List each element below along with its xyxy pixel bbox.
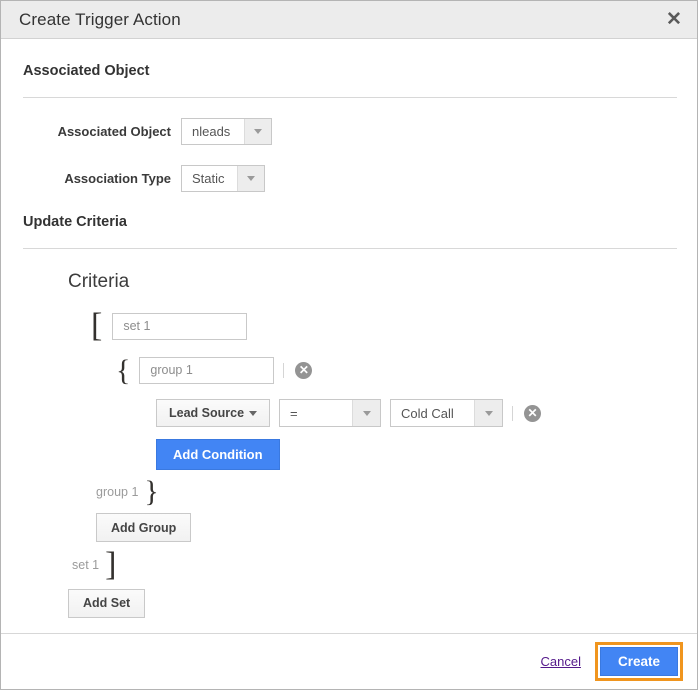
condition-operator-select[interactable]: = xyxy=(279,399,382,427)
select-associated-object[interactable]: nleads xyxy=(181,118,272,145)
add-group-row: Add Group xyxy=(68,513,677,542)
criteria-builder: Criteria [ { ✕ Lead Source xyxy=(23,249,677,618)
condition-value-select[interactable]: Cold Call xyxy=(390,399,504,427)
set-open-bracket: [ xyxy=(91,306,103,344)
cancel-link[interactable]: Cancel xyxy=(541,654,581,669)
condition-row: Lead Source = Cold Call ✕ xyxy=(68,399,677,427)
add-condition-row: Add Condition xyxy=(68,439,677,470)
create-button[interactable]: Create xyxy=(599,647,678,676)
chevron-down-icon[interactable] xyxy=(237,166,264,191)
create-button-focus-ring: Create xyxy=(594,642,683,681)
add-group-button[interactable]: Add Group xyxy=(96,513,192,542)
set-close-row: set 1 ] xyxy=(68,546,677,583)
group-name-input[interactable] xyxy=(139,356,275,384)
dialog-body: Associated Object Associated Object nlea… xyxy=(1,39,697,633)
group-close-brace: } xyxy=(144,475,159,508)
condition-operator-value: = xyxy=(290,405,298,421)
set-close-label: set 1 xyxy=(72,558,100,573)
close-icon[interactable]: ✕ xyxy=(661,7,687,33)
section-divider-associated-object xyxy=(23,97,677,98)
condition-field-label: Lead Source xyxy=(169,406,245,420)
chevron-down-icon[interactable] xyxy=(474,400,503,426)
select-association-type-value: Static xyxy=(192,171,225,186)
condition-field-button[interactable]: Lead Source xyxy=(156,399,271,427)
field-row-associated-object: Associated Object nleads xyxy=(23,118,677,145)
condition-value-value: Cold Call xyxy=(401,405,454,421)
select-association-type[interactable]: Static xyxy=(181,165,265,192)
group-open-brace: { xyxy=(116,353,131,387)
add-set-row: Add Set xyxy=(68,588,677,618)
dialog-titlebar: Create Trigger Action ✕ xyxy=(1,1,697,39)
create-trigger-action-dialog: Create Trigger Action ✕ Associated Objec… xyxy=(0,0,698,690)
add-condition-button[interactable]: Add Condition xyxy=(156,439,280,470)
group-close-row: group 1 } xyxy=(68,475,677,508)
chevron-down-icon xyxy=(249,410,258,416)
delete-condition-icon[interactable]: ✕ xyxy=(524,404,542,422)
select-associated-object-value: nleads xyxy=(192,124,231,139)
group-open-row: { ✕ xyxy=(68,355,677,385)
label-associated-object: Associated Object xyxy=(57,124,171,139)
criteria-title: Criteria xyxy=(68,271,130,292)
delete-group-icon[interactable]: ✕ xyxy=(295,361,313,379)
section-heading-associated-object: Associated Object xyxy=(23,63,150,79)
section-heading-update-criteria: Update Criteria xyxy=(23,214,127,230)
group-separator xyxy=(283,362,285,378)
chevron-down-icon[interactable] xyxy=(244,119,271,144)
dialog-footer: Cancel Create xyxy=(1,633,697,689)
field-row-association-type: Association Type Static xyxy=(23,165,677,192)
set-close-bracket: ] xyxy=(105,546,117,583)
group-close-label: group 1 xyxy=(96,484,139,499)
condition-separator xyxy=(512,405,514,421)
chevron-down-icon[interactable] xyxy=(352,400,381,426)
dialog-title: Create Trigger Action xyxy=(19,9,181,29)
set-name-input[interactable] xyxy=(112,312,248,340)
set-open-row: [ xyxy=(68,306,677,344)
label-association-type: Association Type xyxy=(64,171,171,186)
add-set-button[interactable]: Add Set xyxy=(68,588,146,618)
